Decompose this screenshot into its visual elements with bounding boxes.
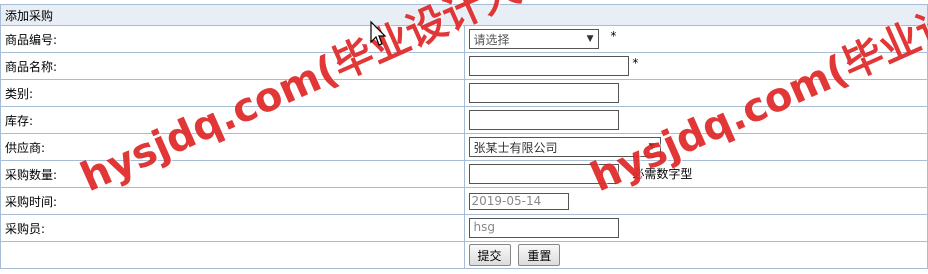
stock-label: 库存: (0, 106, 465, 134)
quantity-label: 采购数量: (0, 160, 465, 188)
reset-button[interactable]: 重置 (518, 244, 561, 266)
purchaser-label: 采购员: (0, 214, 465, 242)
purchaser-input[interactable]: hsg (468, 218, 619, 238)
supplier-selected: 张某士有限公司 (473, 140, 558, 155)
empty-label (0, 241, 465, 269)
required-marker: * (632, 56, 639, 70)
chevron-down-icon: ▼ (648, 142, 656, 152)
supplier-label: 供应商: (0, 133, 465, 161)
row-supplier: 供应商: 张某士有限公司 ▼ (0, 133, 928, 161)
quantity-input[interactable] (468, 164, 619, 184)
row-product-code: 商品编号: 请选择 ▼ * (0, 25, 928, 53)
required-marker: * (610, 29, 617, 43)
stock-input[interactable] (468, 110, 619, 130)
quantity-hint: 必需数字型 (632, 166, 693, 181)
mouse-cursor-icon (370, 20, 387, 46)
chevron-down-icon: ▼ (586, 34, 594, 44)
row-buttons: 提交 重置 (0, 241, 928, 269)
form-title: 添加采购 (0, 4, 928, 26)
add-purchase-form: 添加采购 商品编号: 请选择 ▼ * 商品名称: * 类别: 库存: 供应商: (0, 4, 928, 269)
row-stock: 库存: (0, 106, 928, 134)
category-input[interactable] (468, 83, 619, 103)
product-code-selected: 请选择 (473, 32, 510, 47)
product-name-label: 商品名称: (0, 52, 465, 80)
supplier-select[interactable]: 张某士有限公司 ▼ (468, 137, 661, 157)
row-purchaser: 采购员: hsg (0, 214, 928, 242)
submit-button[interactable]: 提交 (468, 244, 511, 266)
category-label: 类别: (0, 79, 465, 107)
row-category: 类别: (0, 79, 928, 107)
row-product-name: 商品名称: * (0, 52, 928, 80)
row-purchase-time: 采购时间: 2019-05-14 (0, 187, 928, 215)
row-quantity: 采购数量: 必需数字型 (0, 160, 928, 188)
product-code-select[interactable]: 请选择 ▼ (468, 29, 599, 49)
purchase-time-input[interactable]: 2019-05-14 (468, 192, 569, 210)
purchase-time-label: 采购时间: (0, 187, 465, 215)
product-code-label: 商品编号: (0, 25, 465, 53)
form-title-row: 添加采购 (0, 4, 928, 26)
product-name-input[interactable] (468, 56, 629, 76)
